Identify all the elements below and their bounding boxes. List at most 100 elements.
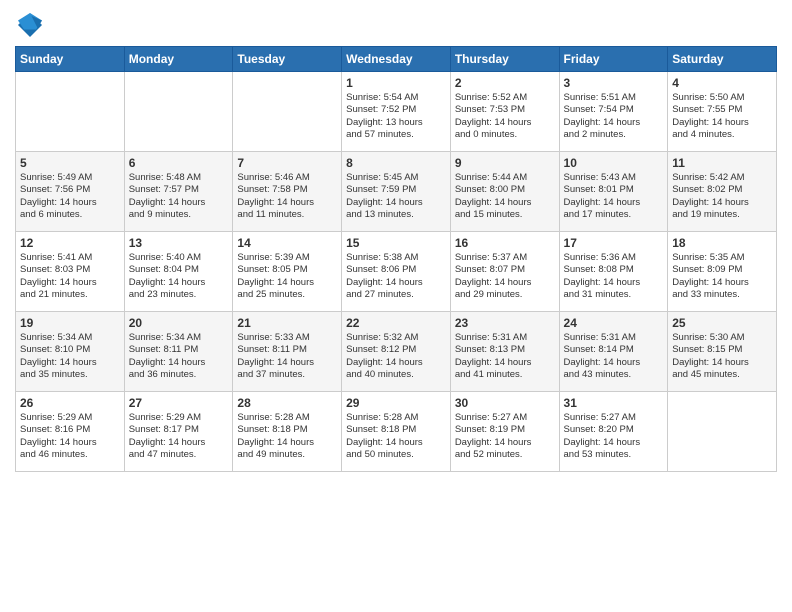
calendar: SundayMondayTuesdayWednesdayThursdayFrid… bbox=[15, 46, 777, 472]
day-info-line: Daylight: 14 hours bbox=[20, 197, 120, 209]
day-number: 24 bbox=[564, 316, 664, 330]
calendar-day-cell: 16Sunrise: 5:37 AMSunset: 8:07 PMDayligh… bbox=[450, 232, 559, 312]
day-info-line: Sunset: 8:05 PM bbox=[237, 264, 337, 276]
day-number: 21 bbox=[237, 316, 337, 330]
calendar-header: SundayMondayTuesdayWednesdayThursdayFrid… bbox=[16, 47, 777, 72]
day-number: 11 bbox=[672, 156, 772, 170]
day-number: 13 bbox=[129, 236, 229, 250]
day-number: 18 bbox=[672, 236, 772, 250]
day-info-line: Sunset: 8:16 PM bbox=[20, 424, 120, 436]
day-info-line: Sunrise: 5:45 AM bbox=[346, 172, 446, 184]
day-info-line: Sunset: 8:12 PM bbox=[346, 344, 446, 356]
day-info-line: Sunrise: 5:36 AM bbox=[564, 252, 664, 264]
day-info-line: Sunset: 8:15 PM bbox=[672, 344, 772, 356]
day-info-line: and 31 minutes. bbox=[564, 289, 664, 301]
day-info-line: Daylight: 14 hours bbox=[237, 277, 337, 289]
day-number: 17 bbox=[564, 236, 664, 250]
calendar-day-cell: 10Sunrise: 5:43 AMSunset: 8:01 PMDayligh… bbox=[559, 152, 668, 232]
day-info-line: Sunset: 8:14 PM bbox=[564, 344, 664, 356]
day-info-line: Sunset: 8:01 PM bbox=[564, 184, 664, 196]
weekday-header: Saturday bbox=[668, 47, 777, 72]
day-info-line: Sunset: 7:56 PM bbox=[20, 184, 120, 196]
day-info-line: Daylight: 14 hours bbox=[237, 437, 337, 449]
calendar-day-cell: 9Sunrise: 5:44 AMSunset: 8:00 PMDaylight… bbox=[450, 152, 559, 232]
day-info-line: Daylight: 14 hours bbox=[455, 437, 555, 449]
calendar-day-cell: 29Sunrise: 5:28 AMSunset: 8:18 PMDayligh… bbox=[342, 392, 451, 472]
calendar-day-cell bbox=[668, 392, 777, 472]
calendar-day-cell: 2Sunrise: 5:52 AMSunset: 7:53 PMDaylight… bbox=[450, 72, 559, 152]
day-info-line: Sunset: 7:54 PM bbox=[564, 104, 664, 116]
calendar-day-cell: 26 Sunrise: 5:29 AMSunset: 8:16 PMDayligh… bbox=[16, 392, 125, 472]
day-number: 26 bbox=[20, 396, 120, 410]
day-info-line: Sunset: 8:10 PM bbox=[20, 344, 120, 356]
day-number: 29 bbox=[346, 396, 446, 410]
day-info-line: Sunrise: 5:51 AM bbox=[564, 92, 664, 104]
day-info-line: Sunrise: 5:42 AM bbox=[672, 172, 772, 184]
day-info-line: Sunrise: 5:37 AM bbox=[455, 252, 555, 264]
day-number: 5 bbox=[20, 156, 120, 170]
day-info-line: Sunrise: 5:29 AM bbox=[20, 412, 120, 424]
day-info-line: Daylight: 14 hours bbox=[455, 197, 555, 209]
day-number: 15 bbox=[346, 236, 446, 250]
calendar-day-cell bbox=[16, 72, 125, 152]
day-info-line: Sunset: 8:20 PM bbox=[564, 424, 664, 436]
day-info-line: Daylight: 14 hours bbox=[346, 197, 446, 209]
day-info-line: Sunset: 8:18 PM bbox=[237, 424, 337, 436]
calendar-day-cell: 24Sunrise: 5:31 AMSunset: 8:14 PMDayligh… bbox=[559, 312, 668, 392]
day-info-line: Sunset: 7:52 PM bbox=[346, 104, 446, 116]
calendar-day-cell: 25Sunrise: 5:30 AMSunset: 8:15 PMDayligh… bbox=[668, 312, 777, 392]
day-info-line: Sunset: 8:02 PM bbox=[672, 184, 772, 196]
day-info-line: and 52 minutes. bbox=[455, 449, 555, 461]
day-number: 10 bbox=[564, 156, 664, 170]
logo bbox=[15, 10, 49, 40]
calendar-day-cell: 27Sunrise: 5:29 AMSunset: 8:17 PMDayligh… bbox=[124, 392, 233, 472]
day-info-line: Sunset: 8:09 PM bbox=[672, 264, 772, 276]
day-info-line: Daylight: 14 hours bbox=[564, 437, 664, 449]
day-info-line: Sunrise: 5:49 AM bbox=[20, 172, 120, 184]
day-info-line: Sunset: 8:00 PM bbox=[455, 184, 555, 196]
calendar-day-cell: 17 Sunrise: 5:36 AMSunset: 8:08 PMDayligh… bbox=[559, 232, 668, 312]
day-info-line: Daylight: 14 hours bbox=[564, 277, 664, 289]
day-number: 3 bbox=[564, 76, 664, 90]
day-number: 25 bbox=[672, 316, 772, 330]
day-info-line: Sunrise: 5:48 AM bbox=[129, 172, 229, 184]
day-info-line: Daylight: 14 hours bbox=[129, 437, 229, 449]
day-number: 20 bbox=[129, 316, 229, 330]
day-info-line: Daylight: 14 hours bbox=[237, 357, 337, 369]
day-info-line: Daylight: 14 hours bbox=[564, 357, 664, 369]
calendar-day-cell: 14Sunrise: 5:39 AMSunset: 8:05 PMDayligh… bbox=[233, 232, 342, 312]
calendar-day-cell: 4Sunrise: 5:50 AMSunset: 7:55 PMDaylight… bbox=[668, 72, 777, 152]
calendar-day-cell: 18Sunrise: 5:35 AMSunset: 8:09 PMDayligh… bbox=[668, 232, 777, 312]
day-number: 23 bbox=[455, 316, 555, 330]
day-info-line: Daylight: 14 hours bbox=[672, 197, 772, 209]
day-info-line: Sunset: 7:59 PM bbox=[346, 184, 446, 196]
day-info-line: Sunrise: 5:34 AM bbox=[20, 332, 120, 344]
calendar-day-cell: 13Sunrise: 5:40 AMSunset: 8:04 PMDayligh… bbox=[124, 232, 233, 312]
day-info-line: and 40 minutes. bbox=[346, 369, 446, 381]
day-info-line: Daylight: 14 hours bbox=[346, 277, 446, 289]
day-info-line: Sunrise: 5:46 AM bbox=[237, 172, 337, 184]
calendar-day-cell: 31Sunrise: 5:27 AMSunset: 8:20 PMDayligh… bbox=[559, 392, 668, 472]
day-info-line: and 13 minutes. bbox=[346, 209, 446, 221]
logo-icon bbox=[15, 10, 45, 40]
day-info-line: Daylight: 14 hours bbox=[346, 357, 446, 369]
day-info-line: and 21 minutes. bbox=[20, 289, 120, 301]
day-info-line: Sunset: 8:08 PM bbox=[564, 264, 664, 276]
calendar-day-cell bbox=[124, 72, 233, 152]
day-info-line: and 47 minutes. bbox=[129, 449, 229, 461]
day-info-line: Sunrise: 5:43 AM bbox=[564, 172, 664, 184]
calendar-day-cell: 6Sunrise: 5:48 AMSunset: 7:57 PMDaylight… bbox=[124, 152, 233, 232]
day-info-line: and 0 minutes. bbox=[455, 129, 555, 141]
day-info-line: and 15 minutes. bbox=[455, 209, 555, 221]
day-info-line: Sunrise: 5:28 AM bbox=[237, 412, 337, 424]
day-info-line: Sunset: 7:57 PM bbox=[129, 184, 229, 196]
day-number: 22 bbox=[346, 316, 446, 330]
day-info-line: Sunrise: 5:27 AM bbox=[564, 412, 664, 424]
day-info-line: Daylight: 14 hours bbox=[20, 437, 120, 449]
day-info-line: Sunrise: 5:40 AM bbox=[129, 252, 229, 264]
day-info-line: and 49 minutes. bbox=[237, 449, 337, 461]
weekday-header: Sunday bbox=[16, 47, 125, 72]
day-info-line: Sunset: 7:53 PM bbox=[455, 104, 555, 116]
day-info-line: and 17 minutes. bbox=[564, 209, 664, 221]
day-number: 4 bbox=[672, 76, 772, 90]
